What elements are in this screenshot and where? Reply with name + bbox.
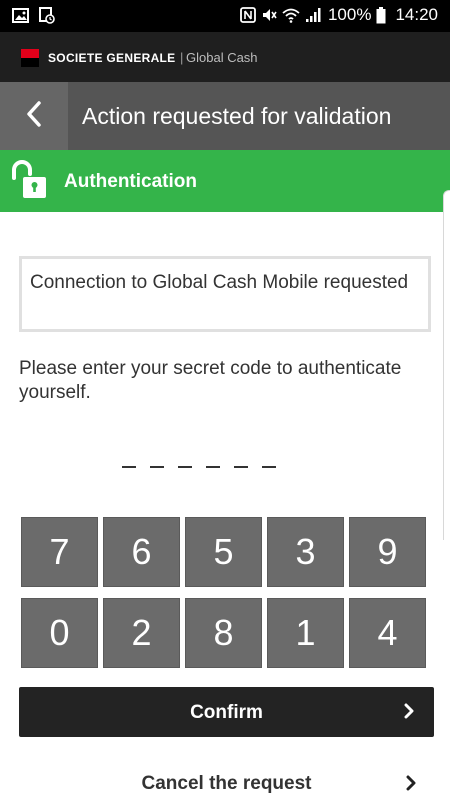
keypad-key[interactable]: 7 (21, 517, 98, 587)
chevron-right-icon (406, 775, 416, 796)
secret-code-display (122, 466, 276, 468)
alarm-icon (39, 7, 55, 24)
chevron-right-icon (404, 703, 414, 724)
brand-bar: SOCIETE GENERALE | Global Cash (0, 32, 450, 82)
wifi-icon (282, 8, 300, 23)
lock-open-icon (10, 160, 48, 200)
keypad-key[interactable]: 8 (185, 598, 262, 668)
clock: 14:20 (395, 5, 438, 24)
nfc-icon (240, 7, 256, 23)
brand-product: Global Cash (186, 50, 258, 65)
keypad-key[interactable]: 4 (349, 598, 426, 668)
keypad-key[interactable]: 9 (349, 517, 426, 587)
request-message-text: Connection to Global Cash Mobile request… (30, 272, 409, 293)
confirm-button[interactable]: Confirm (19, 687, 434, 737)
keypad-key[interactable]: 2 (103, 598, 180, 668)
brand-name: SOCIETE GENERALE (48, 51, 176, 65)
battery-percent: 100% (327, 5, 372, 24)
code-slot (262, 466, 276, 468)
code-slot (150, 466, 164, 468)
side-drawer-handle[interactable] (443, 190, 450, 540)
instruction-text: Please enter your secret code to authent… (19, 358, 402, 403)
cancel-label: Cancel the request (141, 773, 312, 794)
request-message-box: Connection to Global Cash Mobile request… (19, 256, 431, 332)
keypad-key[interactable]: 3 (267, 517, 344, 587)
code-slot (234, 466, 248, 468)
code-slot (206, 466, 220, 468)
code-slot (122, 466, 136, 468)
numeric-keypad: 7 6 5 3 9 0 2 8 1 4 (21, 517, 429, 668)
keypad-key[interactable]: 6 (103, 517, 180, 587)
signal-icon (305, 7, 321, 23)
confirm-label: Confirm (190, 702, 263, 723)
battery-icon (376, 6, 386, 24)
back-button[interactable] (0, 82, 68, 150)
code-slot (178, 466, 192, 468)
page-title: Action requested for validation (82, 103, 392, 129)
logo-black-half (21, 58, 39, 67)
keypad-key[interactable]: 5 (185, 517, 262, 587)
mute-icon (261, 7, 277, 23)
status-bar: 100% 14:20 (0, 0, 450, 32)
keypad-key[interactable]: 1 (267, 598, 344, 668)
cancel-request-button[interactable]: Cancel the request (19, 760, 434, 800)
image-icon (12, 8, 29, 23)
status-bar-left (12, 7, 55, 24)
logo-red-half (21, 49, 39, 58)
authentication-title: Authentication (64, 171, 197, 192)
chevron-left-icon (26, 100, 42, 132)
authentication-bar: Authentication (0, 150, 450, 212)
brand-logo (21, 49, 39, 67)
title-bar: Action requested for validation (0, 82, 450, 150)
brand-separator: | (180, 50, 184, 65)
status-bar-right: 100% 14:20 (240, 5, 438, 25)
keypad-key[interactable]: 0 (21, 598, 98, 668)
